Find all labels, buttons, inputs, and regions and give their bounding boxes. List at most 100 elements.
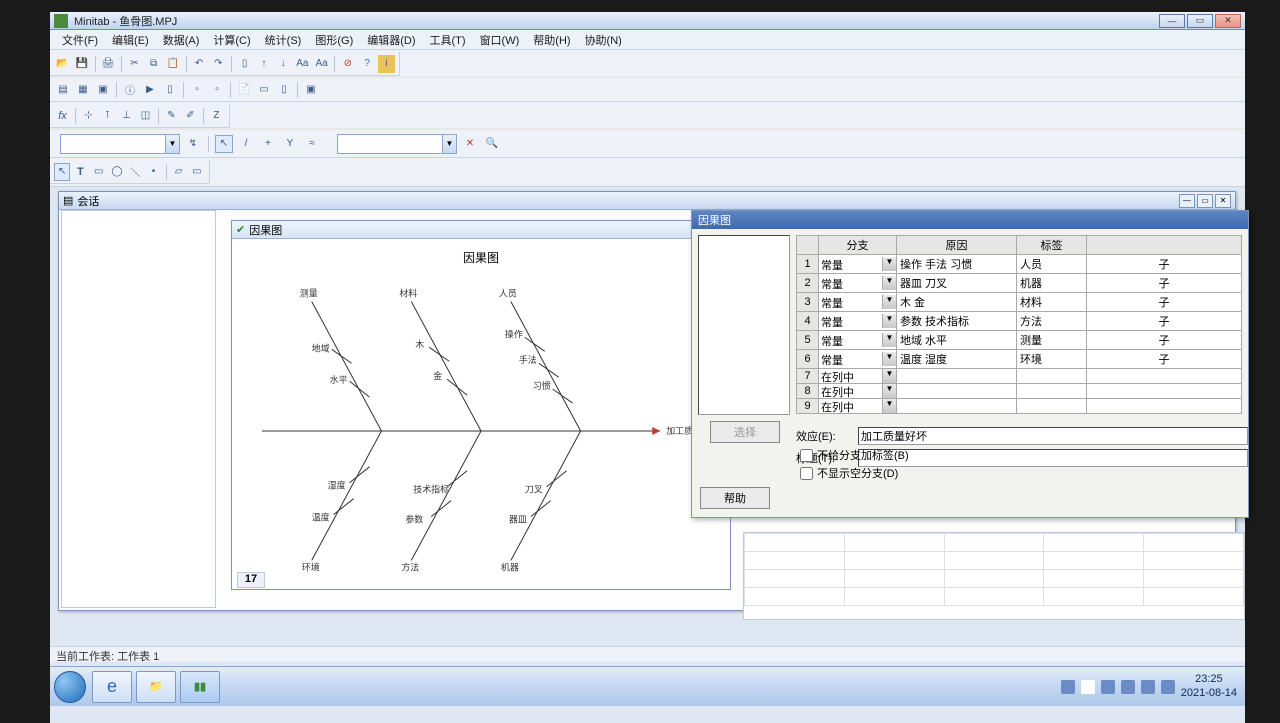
menu-file[interactable]: 文件(F) xyxy=(56,30,104,50)
clear-icon[interactable]: ✕ xyxy=(461,135,479,153)
chevron-down-icon[interactable]: ▼ xyxy=(882,314,896,328)
pointer-icon[interactable]: ↖ xyxy=(215,135,233,153)
row-label[interactable]: 材料 xyxy=(1017,293,1087,312)
row-type-cell[interactable]: 常量▼ xyxy=(819,293,897,312)
filter-input[interactable] xyxy=(61,135,165,153)
session-minimize[interactable]: — xyxy=(1179,194,1195,208)
row-cause[interactable]: 操作 手法 习惯 xyxy=(897,255,1017,274)
yfilter-icon[interactable]: Y xyxy=(281,135,299,153)
select-button[interactable]: 选择 xyxy=(710,421,780,443)
branches-grid[interactable]: 分支 原因 标签 1常量▼操作 手法 习惯人员子2常量▼器皿 刀叉机器子3常量▼… xyxy=(796,235,1242,415)
z-icon[interactable]: Z xyxy=(208,107,225,125)
text-icon[interactable]: T xyxy=(72,163,88,181)
row-label[interactable]: 机器 xyxy=(1017,274,1087,293)
grid-row[interactable]: 2常量▼器皿 刀叉机器子 xyxy=(797,274,1242,293)
paste-icon[interactable]: 📋 xyxy=(164,55,181,73)
new-icon[interactable]: ▫ xyxy=(188,81,206,99)
tray-flag-icon[interactable] xyxy=(1101,680,1115,694)
grid-row[interactable]: 4常量▼参数 技术指标方法子 xyxy=(797,312,1242,331)
row-sub[interactable]: 子 xyxy=(1087,274,1242,293)
circle-icon[interactable]: ◯ xyxy=(109,163,125,181)
noempty-checkbox[interactable] xyxy=(800,467,813,480)
row-type-cell[interactable]: 常量▼ xyxy=(819,312,897,331)
line2-icon[interactable]: ＼ xyxy=(127,163,143,181)
grid-row[interactable]: 6常量▼温度 湿度环境子 xyxy=(797,350,1242,369)
grid-row[interactable]: 8在列中▼ xyxy=(797,384,1242,399)
tray-app-icon[interactable] xyxy=(1161,680,1175,694)
help-button[interactable]: 帮助 xyxy=(700,487,770,509)
row-label[interactable]: 方法 xyxy=(1017,312,1087,331)
row-sub[interactable] xyxy=(1087,399,1242,414)
menu-assist[interactable]: 协助(N) xyxy=(579,30,628,50)
row-label[interactable] xyxy=(1017,399,1087,414)
row-sub[interactable] xyxy=(1087,369,1242,384)
line-icon[interactable]: / xyxy=(237,135,255,153)
grid-row[interactable]: 1常量▼操作 手法 习惯人员子 xyxy=(797,255,1242,274)
brush2-icon[interactable]: ⊺ xyxy=(99,107,116,125)
down-icon[interactable]: ↓ xyxy=(274,55,291,73)
row-label[interactable] xyxy=(1017,384,1087,399)
chevron-down-icon[interactable]: ▼ xyxy=(882,399,896,413)
menu-tools[interactable]: 工具(T) xyxy=(424,30,472,50)
redo-icon[interactable]: ↷ xyxy=(210,55,227,73)
row-cause[interactable]: 参数 技术指标 xyxy=(897,312,1017,331)
columns-listbox[interactable] xyxy=(698,235,790,415)
row-type-cell[interactable]: 在列中▼ xyxy=(819,384,897,399)
row-sub[interactable] xyxy=(1087,384,1242,399)
play-icon[interactable]: ▶ xyxy=(141,81,159,99)
project-tree[interactable] xyxy=(61,210,216,608)
graph-icon[interactable]: ▣ xyxy=(94,81,112,99)
menu-edit[interactable]: 编辑(E) xyxy=(106,30,155,50)
menu-stat[interactable]: 统计(S) xyxy=(259,30,308,50)
search-icon[interactable]: 🔍 xyxy=(483,135,501,153)
row-cause[interactable]: 地域 水平 xyxy=(897,331,1017,350)
chevron-down-icon[interactable]: ▼ xyxy=(882,257,896,271)
row-cause[interactable] xyxy=(897,369,1017,384)
cut-icon[interactable]: ✂ xyxy=(126,55,143,73)
effect-input[interactable] xyxy=(858,427,1248,445)
row-label[interactable] xyxy=(1017,369,1087,384)
open-icon[interactable]: 📂 xyxy=(54,55,71,73)
row-sub[interactable]: 子 xyxy=(1087,331,1242,350)
tray-vol-icon[interactable] xyxy=(1141,680,1155,694)
worksheet-icon[interactable]: ▦ xyxy=(74,81,92,99)
taskbar-clock[interactable]: 23:25 2021-08-14 xyxy=(1181,673,1237,699)
search-input[interactable] xyxy=(338,135,442,153)
taskbar-explorer[interactable]: 📁 xyxy=(136,671,176,703)
taskbar-ie[interactable]: e xyxy=(92,671,132,703)
print-icon[interactable]: 🖨 xyxy=(99,55,116,73)
run-icon[interactable]: ↯ xyxy=(184,135,202,153)
minimize-button[interactable]: — xyxy=(1159,14,1185,28)
row-type-cell[interactable]: 常量▼ xyxy=(819,331,897,350)
grid-row[interactable]: 5常量▼地域 水平测量子 xyxy=(797,331,1242,350)
menu-graph[interactable]: 图形(G) xyxy=(309,30,359,50)
info-icon[interactable]: i xyxy=(378,55,395,73)
row-label[interactable]: 人员 xyxy=(1017,255,1087,274)
row-sub[interactable]: 子 xyxy=(1087,312,1242,331)
filter-combo[interactable]: ▼ xyxy=(60,134,180,154)
row-type-cell[interactable]: 常量▼ xyxy=(819,255,897,274)
row-sub[interactable]: 子 xyxy=(1087,350,1242,369)
rect-icon[interactable]: ▭ xyxy=(91,163,107,181)
row-label[interactable]: 测量 xyxy=(1017,331,1087,350)
poly1-icon[interactable]: ▱ xyxy=(170,163,186,181)
grid-row[interactable]: 7在列中▼ xyxy=(797,369,1242,384)
grid-row[interactable]: 9在列中▼ xyxy=(797,399,1242,414)
report-icon[interactable]: 📄 xyxy=(235,81,253,99)
menu-calc[interactable]: 计算(C) xyxy=(207,30,256,50)
chevron-down-icon[interactable]: ▼ xyxy=(882,276,896,290)
menu-help[interactable]: 帮助(H) xyxy=(527,30,576,50)
save-icon[interactable]: 💾 xyxy=(73,55,90,73)
maximize-button[interactable]: ▭ xyxy=(1187,14,1213,28)
close-button[interactable]: ✕ xyxy=(1215,14,1241,28)
nolabel-checkbox[interactable] xyxy=(800,449,813,462)
menu-data[interactable]: 数据(A) xyxy=(157,30,206,50)
title-input[interactable] xyxy=(858,449,1248,467)
row-cause[interactable]: 温度 湿度 xyxy=(897,350,1017,369)
find-icon[interactable]: Aa xyxy=(294,55,311,73)
row-cause[interactable] xyxy=(897,384,1017,399)
row-cause[interactable]: 器皿 刀叉 xyxy=(897,274,1017,293)
brush1-icon[interactable]: ⊹ xyxy=(80,107,97,125)
row-type-cell[interactable]: 在列中▼ xyxy=(819,369,897,384)
session-icon[interactable]: ▤ xyxy=(54,81,72,99)
